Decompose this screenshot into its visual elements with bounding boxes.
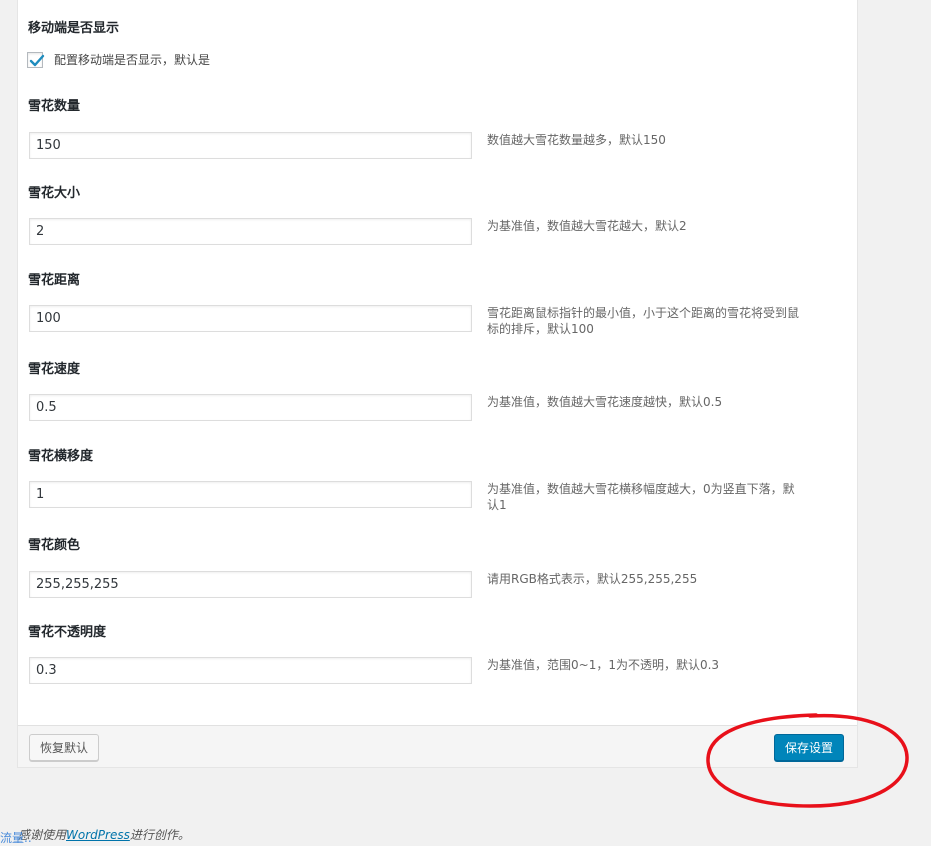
settings-panel: [17, 0, 858, 768]
snow-distance-hint: 雪花距离鼠标指针的最小值，小于这个距离的雪花将受到鼠标的排斥，默认100: [487, 306, 800, 336]
restore-defaults-button[interactable]: 恢复默认: [29, 734, 100, 761]
wordpress-credit: 感谢使用WordPress进行创作。: [18, 826, 190, 843]
snow-opacity-input[interactable]: [29, 657, 472, 684]
snow-opacity-hint: 为基准值，范围0~1，1为不透明，默认0.3: [487, 658, 720, 672]
watermark-text: 流量..: [0, 831, 32, 845]
action-bar: [18, 725, 857, 767]
snow-drift-input[interactable]: [29, 481, 472, 508]
snow-count-input[interactable]: [29, 132, 472, 159]
snow-distance-input[interactable]: [29, 305, 472, 332]
mobile-display-row[interactable]: 配置移动端是否显示，默认是: [27, 51, 210, 68]
mobile-display-checkbox[interactable]: [27, 51, 45, 68]
snow-color-input[interactable]: [29, 571, 472, 598]
snow-speed-hint: 为基准值，数值越大雪花速度越快，默认0.5: [487, 395, 723, 409]
snow-speed-title: 雪花速度: [28, 362, 81, 377]
mobile-display-label: 配置移动端是否显示，默认是: [54, 53, 211, 67]
credit-suffix: 进行创作。: [129, 828, 190, 842]
snow-color-title: 雪花颜色: [28, 538, 81, 553]
snow-size-hint: 为基准值，数值越大雪花越大，默认2: [487, 219, 687, 233]
snow-size-title: 雪花大小: [28, 186, 81, 201]
snow-color-hint: 请用RGB格式表示，默认255,255,255: [487, 572, 698, 586]
snow-distance-title: 雪花距离: [28, 273, 81, 288]
save-settings-button[interactable]: 保存设置: [774, 734, 845, 761]
snow-speed-input[interactable]: [29, 394, 472, 421]
snow-count-hint: 数值越大雪花数量越多，默认150: [487, 133, 666, 147]
checkmark-icon: [29, 54, 45, 66]
snow-opacity-title: 雪花不透明度: [28, 625, 107, 640]
snow-drift-title: 雪花横移度: [28, 449, 94, 464]
wordpress-link[interactable]: WordPress: [66, 828, 130, 842]
snow-size-input[interactable]: [29, 218, 472, 245]
snow-drift-hint: 为基准值，数值越大雪花横移幅度越大，0为竖直下落，默认1: [487, 482, 795, 512]
mobile-display-title: 移动端是否显示: [28, 21, 120, 36]
snow-count-title: 雪花数量: [28, 99, 81, 114]
